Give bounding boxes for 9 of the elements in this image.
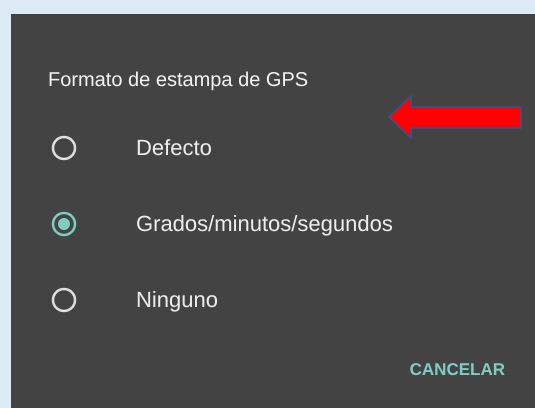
dialog-title: Formato de estampa de GPS [48, 68, 310, 93]
radio-button[interactable] [50, 134, 78, 162]
radio-option[interactable]: Grados/minutos/segundos [11, 186, 535, 262]
radio-option[interactable]: Ninguno [11, 262, 535, 338]
arrow-icon [388, 95, 523, 139]
radio-option[interactable]: Defecto [11, 110, 535, 186]
radio-button[interactable] [50, 210, 78, 238]
cancel-button[interactable]: CANCELAR [402, 352, 513, 388]
radio-button[interactable] [50, 286, 78, 314]
